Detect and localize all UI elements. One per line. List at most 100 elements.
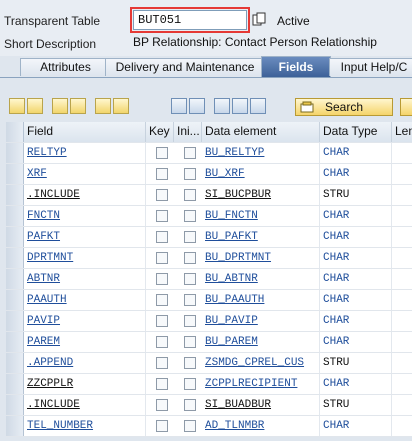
row-selector[interactable] xyxy=(6,248,24,268)
row-selector[interactable] xyxy=(6,353,24,373)
table-row[interactable]: RELTYP BU_RELTYP CHAR xyxy=(6,143,412,164)
table-row[interactable]: XRF BU_XRF CHAR xyxy=(6,164,412,185)
field-name-cell[interactable]: PAREM xyxy=(24,332,146,352)
table-row[interactable]: DPRTMNT BU_DPRTMNT CHAR xyxy=(6,248,412,269)
table-row[interactable]: ZZCPPLR ZCPPLRECIPIENT CHAR xyxy=(6,374,412,395)
table-row[interactable]: FNCTN BU_FNCTN CHAR xyxy=(6,206,412,227)
initial-checkbox[interactable] xyxy=(184,147,196,159)
data-element-cell[interactable]: BU_PAVIP xyxy=(202,311,320,331)
row-selector[interactable] xyxy=(6,269,24,289)
tab-input-help[interactable]: Input Help/C xyxy=(329,58,412,76)
more-button[interactable] xyxy=(400,98,412,116)
data-element-cell[interactable]: BU_FNCTN xyxy=(202,206,320,226)
col-data-element[interactable]: Data element xyxy=(202,122,320,142)
table-row[interactable]: .INCLUDE SI_BUCPBUR STRU xyxy=(6,185,412,206)
data-element-cell[interactable]: AD_TLNMBR xyxy=(202,416,320,436)
key-checkbox[interactable] xyxy=(156,147,168,159)
next-page-icon[interactable] xyxy=(250,98,266,114)
field-name-cell[interactable]: ABTNR xyxy=(24,269,146,289)
col-field[interactable]: Field xyxy=(24,122,146,142)
key-checkbox[interactable] xyxy=(156,336,168,348)
key-checkbox[interactable] xyxy=(156,378,168,390)
table-row[interactable]: PAFKT BU_PAFKT CHAR xyxy=(6,227,412,248)
field-name-cell[interactable]: FNCTN xyxy=(24,206,146,226)
field-name-cell[interactable]: ZZCPPLR xyxy=(24,374,146,394)
row-selector[interactable] xyxy=(6,143,24,163)
table-row[interactable]: .INCLUDE SI_BUADBUR STRU xyxy=(6,395,412,416)
delete-row-icon[interactable] xyxy=(70,98,86,114)
key-checkbox[interactable] xyxy=(156,357,168,369)
data-element-cell[interactable]: ZCPPLRECIPIENT xyxy=(202,374,320,394)
row-selector[interactable] xyxy=(6,311,24,331)
field-name-cell[interactable]: DPRTMNT xyxy=(24,248,146,268)
col-length[interactable]: Len xyxy=(392,122,412,142)
field-name-cell[interactable]: .INCLUDE xyxy=(24,185,146,205)
prev-page-icon[interactable] xyxy=(232,98,248,114)
copy-icon[interactable] xyxy=(252,12,266,26)
row-selector[interactable] xyxy=(6,374,24,394)
initial-checkbox[interactable] xyxy=(184,189,196,201)
row-selector[interactable] xyxy=(6,185,24,205)
col-initial[interactable]: Ini... xyxy=(174,122,202,142)
data-element-cell[interactable]: BU_RELTYP xyxy=(202,143,320,163)
row-selector[interactable] xyxy=(6,416,24,436)
field-name-cell[interactable]: PAFKT xyxy=(24,227,146,247)
initial-checkbox[interactable] xyxy=(184,336,196,348)
initial-checkbox[interactable] xyxy=(184,378,196,390)
data-element-cell[interactable]: SI_BUADBUR xyxy=(202,395,320,415)
initial-checkbox[interactable] xyxy=(184,357,196,369)
deselect-icon[interactable] xyxy=(113,98,129,114)
field-name-cell[interactable]: PAVIP xyxy=(24,311,146,331)
select-all-icon[interactable] xyxy=(95,98,111,114)
table-name-field[interactable]: BUT051 xyxy=(133,10,247,30)
table-row[interactable]: .APPEND ZSMDG_CPREL_CUS STRU xyxy=(6,353,412,374)
field-name-cell[interactable]: .APPEND xyxy=(24,353,146,373)
key-checkbox[interactable] xyxy=(156,294,168,306)
tab-attributes[interactable]: Attributes xyxy=(20,58,111,76)
search-button[interactable]: Search xyxy=(295,98,393,116)
key-checkbox[interactable] xyxy=(156,420,168,432)
copy-rows-icon[interactable] xyxy=(27,98,43,114)
table-row[interactable]: TEL_NUMBER AD_TLNMBR CHAR xyxy=(6,416,412,437)
insert-row-icon[interactable] xyxy=(52,98,68,114)
key-checkbox[interactable] xyxy=(156,252,168,264)
col-key[interactable]: Key xyxy=(146,122,174,142)
row-selector[interactable] xyxy=(6,206,24,226)
field-name-cell[interactable]: .INCLUDE xyxy=(24,395,146,415)
col-data-type[interactable]: Data Type xyxy=(320,122,392,142)
initial-checkbox[interactable] xyxy=(184,273,196,285)
sort-icon[interactable] xyxy=(214,98,230,114)
key-checkbox[interactable] xyxy=(156,168,168,180)
field-name-cell[interactable]: XRF xyxy=(24,164,146,184)
initial-checkbox[interactable] xyxy=(184,294,196,306)
field-name-cell[interactable]: TEL_NUMBER xyxy=(24,416,146,436)
initial-checkbox[interactable] xyxy=(184,231,196,243)
field-name-cell[interactable]: PAAUTH xyxy=(24,290,146,310)
table-row[interactable]: PAVIP BU_PAVIP CHAR xyxy=(6,311,412,332)
tab-delivery-maintenance[interactable]: Delivery and Maintenance xyxy=(105,58,265,76)
table-row[interactable]: PAREM BU_PAREM CHAR xyxy=(6,332,412,353)
data-element-cell[interactable]: BU_PAREM xyxy=(202,332,320,352)
initial-checkbox[interactable] xyxy=(184,315,196,327)
field-name-cell[interactable]: RELTYP xyxy=(24,143,146,163)
key-checkbox[interactable] xyxy=(156,189,168,201)
row-selector[interactable] xyxy=(6,227,24,247)
table-row[interactable]: ABTNR BU_ABTNR CHAR xyxy=(6,269,412,290)
data-element-cell[interactable]: BU_PAFKT xyxy=(202,227,320,247)
initial-checkbox[interactable] xyxy=(184,399,196,411)
key-checkbox[interactable] xyxy=(156,210,168,222)
data-element-cell[interactable]: BU_DPRTMNT xyxy=(202,248,320,268)
initial-checkbox[interactable] xyxy=(184,168,196,180)
data-element-cell[interactable]: ZSMDG_CPREL_CUS xyxy=(202,353,320,373)
row-selector[interactable] xyxy=(6,290,24,310)
data-element-cell[interactable]: BU_PAAUTH xyxy=(202,290,320,310)
key-checkbox[interactable] xyxy=(156,315,168,327)
table-row[interactable]: PAAUTH BU_PAAUTH CHAR xyxy=(6,290,412,311)
initial-checkbox[interactable] xyxy=(184,210,196,222)
data-element-cell[interactable]: SI_BUCPBUR xyxy=(202,185,320,205)
cut-icon[interactable] xyxy=(9,98,25,114)
tab-fields[interactable]: Fields xyxy=(261,56,331,77)
key-checkbox[interactable] xyxy=(156,231,168,243)
row-selector[interactable] xyxy=(6,332,24,352)
data-element-cell[interactable]: BU_XRF xyxy=(202,164,320,184)
